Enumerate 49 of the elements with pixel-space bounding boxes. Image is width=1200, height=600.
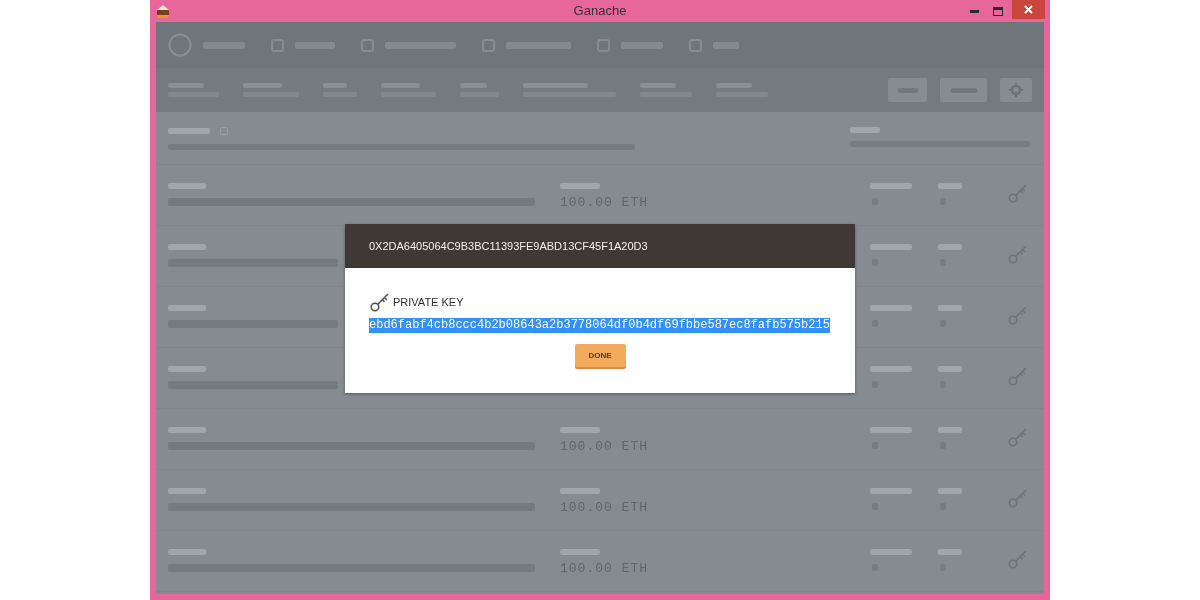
key-icon[interactable]	[1008, 183, 1028, 203]
blurred-text	[850, 127, 880, 133]
circle-icon	[168, 33, 192, 57]
blurred-text	[168, 427, 206, 433]
private-key-text: ebd6fabf4cb8ccc4b2b08643a2b3778064df0b4df69fbbe587ec8fafb575b215	[369, 318, 830, 333]
key-icon[interactable]	[1008, 305, 1028, 325]
blurred-text	[560, 427, 600, 433]
blurred-text	[938, 244, 962, 250]
blurred-text	[938, 366, 962, 372]
logo-icon	[156, 3, 170, 19]
blurred-text	[560, 549, 600, 555]
blurred-text	[168, 366, 206, 372]
key-icon[interactable]	[1008, 366, 1028, 386]
close-button[interactable]	[1012, 0, 1045, 19]
maximize-icon	[993, 6, 1003, 16]
close-icon	[1024, 5, 1033, 14]
modal-title: 0X2DA6405064C9B3BC11393FE9ABD13CF45F1A20D3	[369, 240, 648, 252]
gear-icon	[1009, 83, 1023, 97]
minimize-icon	[970, 9, 979, 13]
blurred-text	[168, 183, 206, 189]
private-key-label: PRIVATE KEY	[393, 295, 464, 309]
blurred-text	[870, 244, 912, 250]
window-title: Ganache	[573, 3, 627, 19]
key-icon[interactable]	[1008, 488, 1028, 508]
blurred-text	[560, 183, 600, 189]
done-button[interactable]: DONE	[574, 344, 626, 367]
blurred-text	[870, 427, 912, 433]
blurred-text	[870, 549, 912, 555]
key-icon[interactable]	[1008, 549, 1028, 569]
blurred-text	[938, 183, 962, 189]
blurred-text	[168, 128, 210, 134]
blurred-text	[870, 183, 912, 189]
key-icon[interactable]	[1008, 244, 1028, 264]
blurred-text	[938, 305, 962, 311]
blurred-text	[938, 488, 962, 494]
blurred-text	[168, 488, 206, 494]
blurred-text	[870, 366, 912, 372]
maximize-button[interactable]	[993, 6, 1003, 16]
blurred-text	[168, 305, 206, 311]
key-icon[interactable]	[1008, 427, 1028, 447]
blurred-text	[938, 549, 962, 555]
blurred-text	[870, 305, 912, 311]
blurred-text	[168, 244, 206, 250]
dimmed-button[interactable]	[1000, 78, 1032, 102]
blurred-text	[560, 488, 600, 494]
blurred-text	[168, 549, 206, 555]
key-icon	[370, 292, 390, 312]
blurred-text	[870, 488, 912, 494]
blurred-text	[938, 427, 962, 433]
